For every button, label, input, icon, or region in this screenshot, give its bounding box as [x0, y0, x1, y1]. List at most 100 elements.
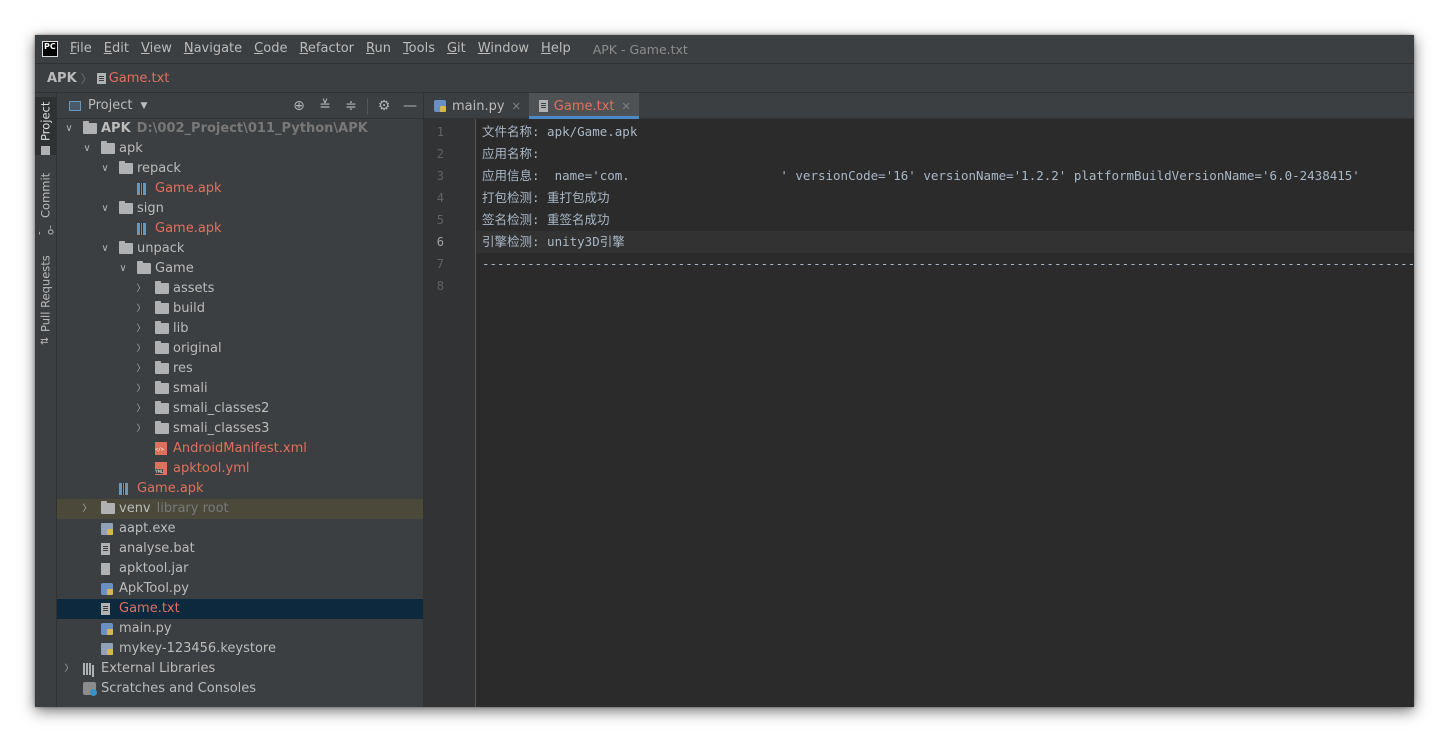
expand-all-icon[interactable]: ≚ [312, 98, 338, 114]
window-title: APK - Game.txt [592, 41, 688, 57]
chevron-down-icon[interactable]: ∨ [99, 239, 111, 259]
gear-icon[interactable]: ⚙ [371, 98, 397, 114]
chevron-right-icon[interactable]: 〉 [135, 299, 147, 319]
chevron-right-icon[interactable]: 〉 [81, 499, 93, 519]
menu-code[interactable]: Code [248, 35, 293, 63]
menu-navigate[interactable]: Navigate [178, 35, 248, 63]
menu-view[interactable]: View [135, 35, 178, 63]
tree-file[interactable]: mykey-123456.keystore [57, 639, 423, 659]
tree-file[interactable]: main.py [57, 619, 423, 639]
tree-item-detail: library root [156, 501, 229, 516]
menu-tools[interactable]: Tools [397, 35, 441, 63]
menu-help[interactable]: Help [535, 35, 577, 63]
python-file-icon [101, 623, 113, 635]
editor-tab-label: Game.txt [553, 98, 615, 114]
menu-label-rest: it [457, 41, 466, 56]
menu-mnemonic: R [299, 41, 308, 56]
menu-file[interactable]: File [64, 35, 98, 63]
chevron-down-icon[interactable]: ∨ [81, 139, 93, 159]
project-view-selector[interactable]: Project [88, 98, 132, 113]
chevron-right-icon[interactable]: 〉 [135, 419, 147, 439]
tree-folder[interactable]: ∨ APK D:\002_Project\011_Python\APK [57, 119, 423, 139]
tree-item-label: ApkTool.py [119, 581, 190, 596]
tree-file[interactable]: 〉 External Libraries [57, 659, 423, 679]
folder-icon [119, 161, 133, 174]
tree-item-label: analyse.bat [119, 541, 195, 556]
tree-item-label: mykey-123456.keystore [119, 641, 276, 656]
minimize-icon[interactable]: — [397, 98, 423, 114]
breadcrumb-root[interactable]: APK [47, 71, 77, 86]
tool-tab-project-label: Project [38, 101, 53, 141]
tree-file[interactable]: apktool.yml [57, 459, 423, 479]
tool-tab-project[interactable]: Project [35, 97, 56, 155]
chevron-down-icon[interactable]: ∨ [117, 259, 129, 279]
tree-file[interactable]: Game.apk [57, 479, 423, 499]
pull-request-icon: ⇅ [40, 336, 51, 345]
tree-file[interactable]: AndroidManifest.xml [57, 439, 423, 459]
close-icon[interactable]: ✕ [512, 100, 521, 113]
tree-folder[interactable]: 〉 lib [57, 319, 423, 339]
tree-folder[interactable]: 〉 smali_classes3 [57, 419, 423, 439]
crosshair-icon[interactable]: ⊕ [286, 98, 312, 114]
tree-folder[interactable]: 〉 venv library root [57, 499, 423, 519]
collapse-all-icon[interactable]: ≑ [338, 98, 364, 114]
menu-mnemonic: W [477, 41, 491, 56]
tree-folder[interactable]: 〉 smali_classes2 [57, 399, 423, 419]
line-number: 2 [436, 147, 444, 161]
chevron-right-icon[interactable]: 〉 [135, 339, 147, 359]
menu-edit[interactable]: Edit [98, 35, 135, 63]
tree-folder[interactable]: ∨ repack [57, 159, 423, 179]
tree-item-label: Game.apk [155, 181, 222, 196]
tree-folder[interactable]: ∨ Game [57, 259, 423, 279]
chevron-right-icon[interactable]: 〉 [135, 279, 147, 299]
chevron-down-icon[interactable]: ▼ [140, 101, 147, 111]
tree-file[interactable]: Game.apk [57, 179, 423, 199]
chevron-right-icon[interactable]: 〉 [135, 399, 147, 419]
menu-refactor[interactable]: Refactor [293, 35, 360, 63]
tool-tab-pull-requests[interactable]: ⇅ Pull Requests [35, 253, 56, 345]
chevron-down-icon[interactable]: ∨ [99, 159, 111, 179]
tree-file[interactable]: apktool.jar [57, 559, 423, 579]
menu-window[interactable]: Window [472, 35, 535, 63]
tree-folder[interactable]: 〉 res [57, 359, 423, 379]
menu-label-rest: avigate [193, 41, 243, 56]
tree-file[interactable]: Scratches and Consoles [57, 679, 423, 699]
tree-file[interactable]: ApkTool.py [57, 579, 423, 599]
tree-item-label: smali_classes3 [173, 421, 270, 436]
tree-file[interactable]: Game.txt [57, 599, 423, 619]
code-line[interactable]: 签名检测: 重签名成功 [482, 209, 610, 231]
code-line[interactable]: 应用信息: name='com. ' versionCode='16' vers… [482, 165, 1360, 187]
menu-run[interactable]: Run [360, 35, 397, 63]
editor-content[interactable]: 文件名称: apk/Game.apk 应用名称: 应用信息: name='com. … [476, 119, 1414, 707]
tree-folder[interactable]: 〉 original [57, 339, 423, 359]
chevron-right-icon[interactable]: 〉 [135, 379, 147, 399]
code-line[interactable]: 文件名称: apk/Game.apk [482, 121, 637, 143]
apk-archive-icon [119, 483, 128, 495]
menu-mnemonic: G [446, 41, 458, 56]
text-file-icon [538, 100, 548, 112]
tool-tab-commit[interactable]: -o- Commit [35, 173, 57, 235]
chevron-down-icon[interactable]: ∨ [63, 119, 75, 139]
tree-folder[interactable]: ∨ sign [57, 199, 423, 219]
close-icon[interactable]: ✕ [622, 100, 631, 113]
tree-file[interactable]: analyse.bat [57, 539, 423, 559]
breadcrumb-file[interactable]: Game.txt [109, 71, 170, 86]
tree-file[interactable]: Game.apk [57, 219, 423, 239]
menu-git[interactable]: Git [441, 35, 472, 63]
editor-tab[interactable]: Game.txt ✕ [528, 93, 639, 119]
code-line[interactable]: 应用名称: [482, 143, 540, 165]
chevron-right-icon[interactable]: 〉 [63, 659, 75, 679]
editor-tab[interactable]: main.py ✕ [424, 93, 529, 119]
chevron-down-icon[interactable]: ∨ [99, 199, 111, 219]
code-line[interactable]: 引擎检测: unity3D引擎 [482, 231, 625, 253]
tree-folder[interactable]: 〉 assets [57, 279, 423, 299]
tree-folder[interactable]: 〉 build [57, 299, 423, 319]
code-line[interactable]: 打包检测: 重打包成功 [482, 187, 610, 209]
code-line[interactable]: ----------------------------------------… [482, 253, 1414, 275]
chevron-right-icon[interactable]: 〉 [135, 319, 147, 339]
tree-folder[interactable]: ∨ apk [57, 139, 423, 159]
tree-folder[interactable]: 〉 smali [57, 379, 423, 399]
tree-file[interactable]: aapt.exe [57, 519, 423, 539]
tree-folder[interactable]: ∨ unpack [57, 239, 423, 259]
chevron-right-icon[interactable]: 〉 [135, 359, 147, 379]
